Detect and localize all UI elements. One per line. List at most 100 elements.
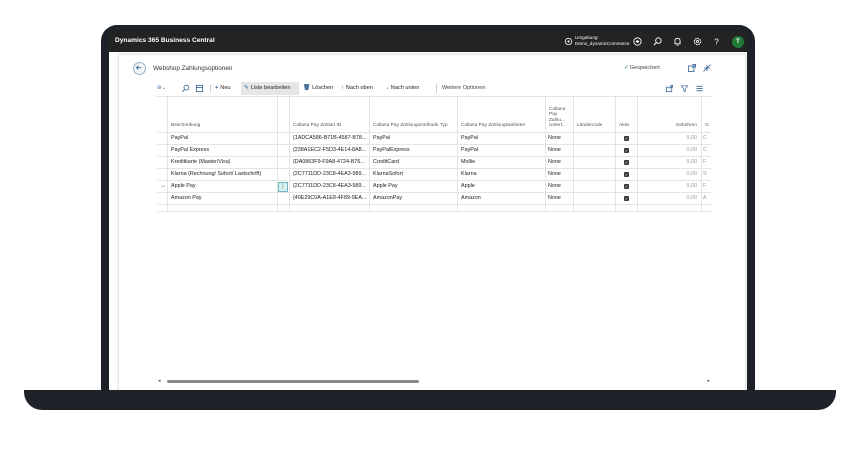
cell-description[interactable]: Kreditkarte (Master/Visa)	[171, 157, 275, 168]
cell-payment-provider[interactable]: PayPal	[461, 145, 543, 156]
cell-payment-subtype[interactable]: None	[548, 169, 572, 180]
cell-payment-method-type[interactable]: PayPal	[373, 133, 455, 144]
copilot-icon[interactable]	[632, 36, 643, 47]
cell-fees[interactable]: 0,00	[639, 157, 698, 168]
edit-list-icon: ✎	[244, 85, 249, 91]
cell-country-code[interactable]	[577, 181, 613, 192]
cell-payment-method-type[interactable]: Apple Pay	[373, 181, 455, 192]
grid-line	[157, 204, 711, 205]
more-options-button[interactable]: Weitere Optionen	[442, 82, 485, 95]
search-icon[interactable]	[652, 36, 663, 47]
cell-payment-subtype[interactable]: None	[548, 181, 572, 192]
cell-payment-method-type[interactable]: KlarnaSofort	[373, 169, 455, 180]
cell-description[interactable]: PayPal Express	[171, 145, 275, 156]
cell-description[interactable]: Apple Pay	[171, 181, 275, 192]
column-header-description[interactable]: Beschreibung	[167, 97, 277, 132]
move-up-label: Nach oben	[345, 85, 373, 91]
move-down-button[interactable]: ↓ Nach unten	[386, 82, 419, 95]
cell-country-code[interactable]	[577, 169, 613, 180]
avatar[interactable]: T	[732, 36, 744, 48]
cell-payment-provider[interactable]: PayPal	[461, 133, 543, 144]
cell-payment-type-id[interactable]: {1ADCA586-B71B-4587-B78...	[293, 133, 367, 144]
scrollbar-thumb[interactable]	[167, 380, 419, 383]
cell-fees[interactable]: 0,00	[639, 169, 698, 180]
cell-extra[interactable]: F	[703, 157, 711, 168]
action-bar: ⊘⌄ + Neu ✎ Liste bearbeiten 🗑 Löschen ↑ Nac	[157, 82, 705, 95]
cell-payment-provider[interactable]: Apple	[461, 181, 543, 192]
cell-payment-subtype[interactable]: None	[548, 193, 572, 204]
page-card: Webshop Zahlungsoptionen ✓Gespeichert ⊘⌄	[118, 54, 746, 390]
delete-button[interactable]: 🗑 Löschen	[303, 82, 333, 95]
cell-payment-subtype[interactable]: None	[548, 133, 572, 144]
cell-extra[interactable]: F	[703, 181, 711, 192]
cell-payment-type-id[interactable]: {DA0863F9-F9A8-4724-B76...	[293, 157, 367, 168]
payment-options-grid: Beschreibung Collana Pay Zahlart ID Coll…	[157, 97, 711, 383]
view-options-button[interactable]: ⊘⌄	[157, 82, 177, 95]
open-new-window-icon[interactable]	[687, 63, 697, 73]
cell-payment-type-id[interactable]: {40E29C0A-A1E8-4F89-9EA...	[293, 193, 367, 204]
help-icon[interactable]: ?	[711, 36, 722, 47]
scroll-right-icon[interactable]: ▸	[707, 378, 710, 384]
move-up-button[interactable]: ↑ Nach oben	[341, 82, 373, 95]
row-actions-button[interactable]: ⋮	[278, 182, 288, 192]
scroll-left-icon[interactable]: ◂	[158, 378, 161, 384]
cell-payment-provider[interactable]: Mollie	[461, 157, 543, 168]
column-header-payment-provider[interactable]: Collana Pay Zahlungsanbieter	[457, 97, 545, 132]
cell-payment-provider[interactable]: Amazon	[461, 193, 543, 204]
cell-payment-subtype[interactable]: None	[548, 145, 572, 156]
cell-fees[interactable]: 0,00	[639, 133, 698, 144]
cell-description[interactable]: PayPal	[171, 133, 275, 144]
cell-fees[interactable]: 0,00	[639, 145, 698, 156]
cell-fees[interactable]: 0,00	[639, 181, 698, 192]
horizontal-scrollbar[interactable]: ◂ ▸	[157, 378, 711, 384]
header-line: Unterl...	[549, 123, 566, 129]
active-checkbox[interactable]: ✓	[624, 172, 629, 177]
list-layout-icon[interactable]	[195, 84, 204, 93]
cell-fees[interactable]: 0,00	[639, 193, 698, 204]
app-title: Dynamics 365 Business Central	[115, 37, 215, 44]
divider	[436, 84, 437, 93]
new-button[interactable]: + Neu	[215, 82, 231, 95]
column-header-fees[interactable]: Gebühren	[637, 97, 701, 132]
column-header-active[interactable]: Aktiv	[615, 97, 637, 132]
gear-icon[interactable]	[692, 36, 703, 47]
cell-payment-type-id[interactable]: {2C7711DD-23C8-4EA3-989...	[293, 169, 367, 180]
environment-info[interactable]: Umgebung: Demo_dynamicCommerce	[575, 35, 629, 46]
filter-icon[interactable]	[680, 84, 689, 93]
cell-country-code[interactable]	[577, 133, 613, 144]
column-header-payment-method-type[interactable]: Collana Pay Zahlungsmethode Typ	[369, 97, 457, 132]
share-icon[interactable]	[665, 84, 674, 93]
cell-country-code[interactable]	[577, 193, 613, 204]
active-checkbox[interactable]: ✓	[624, 136, 629, 141]
cell-country-code[interactable]	[577, 157, 613, 168]
cell-extra[interactable]: A	[703, 193, 711, 204]
cell-payment-method-type[interactable]: AmazonPay	[373, 193, 455, 204]
back-button[interactable]	[133, 62, 146, 75]
edit-list-button[interactable]: ✎ Liste bearbeiten	[241, 82, 299, 95]
column-header-payment-type-id[interactable]: Collana Pay Zahlart ID	[289, 97, 369, 132]
bell-icon[interactable]	[672, 36, 683, 47]
cell-payment-method-type[interactable]: PayPalExpress	[373, 145, 455, 156]
active-checkbox[interactable]: ✓	[624, 196, 629, 201]
cell-payment-type-id[interactable]: {238A1EC2-F5D3-4E14-8A8...	[293, 145, 367, 156]
active-checkbox[interactable]: ✓	[624, 148, 629, 153]
column-header-country-code[interactable]: Ländercode	[573, 97, 615, 132]
cell-description[interactable]: Amazon Pay	[171, 193, 275, 204]
column-header-extra[interactable]: G	[701, 97, 711, 132]
active-checkbox[interactable]: ✓	[624, 160, 629, 165]
cell-payment-type-id[interactable]: {2C7711DD-23C8-4EA3-989...	[293, 181, 367, 192]
list-view-icon[interactable]	[695, 84, 704, 93]
search-icon[interactable]	[181, 84, 190, 93]
cell-extra[interactable]: C	[703, 145, 711, 156]
cell-description[interactable]: Klarna (Rechnung/ Sofort/ Lastschrift)	[171, 169, 275, 180]
cell-extra[interactable]: S	[703, 169, 711, 180]
cell-extra[interactable]: C	[703, 133, 711, 144]
new-label: Neu	[220, 85, 231, 91]
cell-payment-method-type[interactable]: CreditCard	[373, 157, 455, 168]
cell-payment-subtype[interactable]: None	[548, 157, 572, 168]
cell-payment-provider[interactable]: Klarna	[461, 169, 543, 180]
collapse-icon[interactable]	[702, 63, 712, 73]
column-header-payment-subtype[interactable]: Collana Pay Zahlu... Unterl...	[545, 97, 573, 132]
active-checkbox[interactable]: ✓	[624, 184, 629, 189]
cell-country-code[interactable]	[577, 145, 613, 156]
